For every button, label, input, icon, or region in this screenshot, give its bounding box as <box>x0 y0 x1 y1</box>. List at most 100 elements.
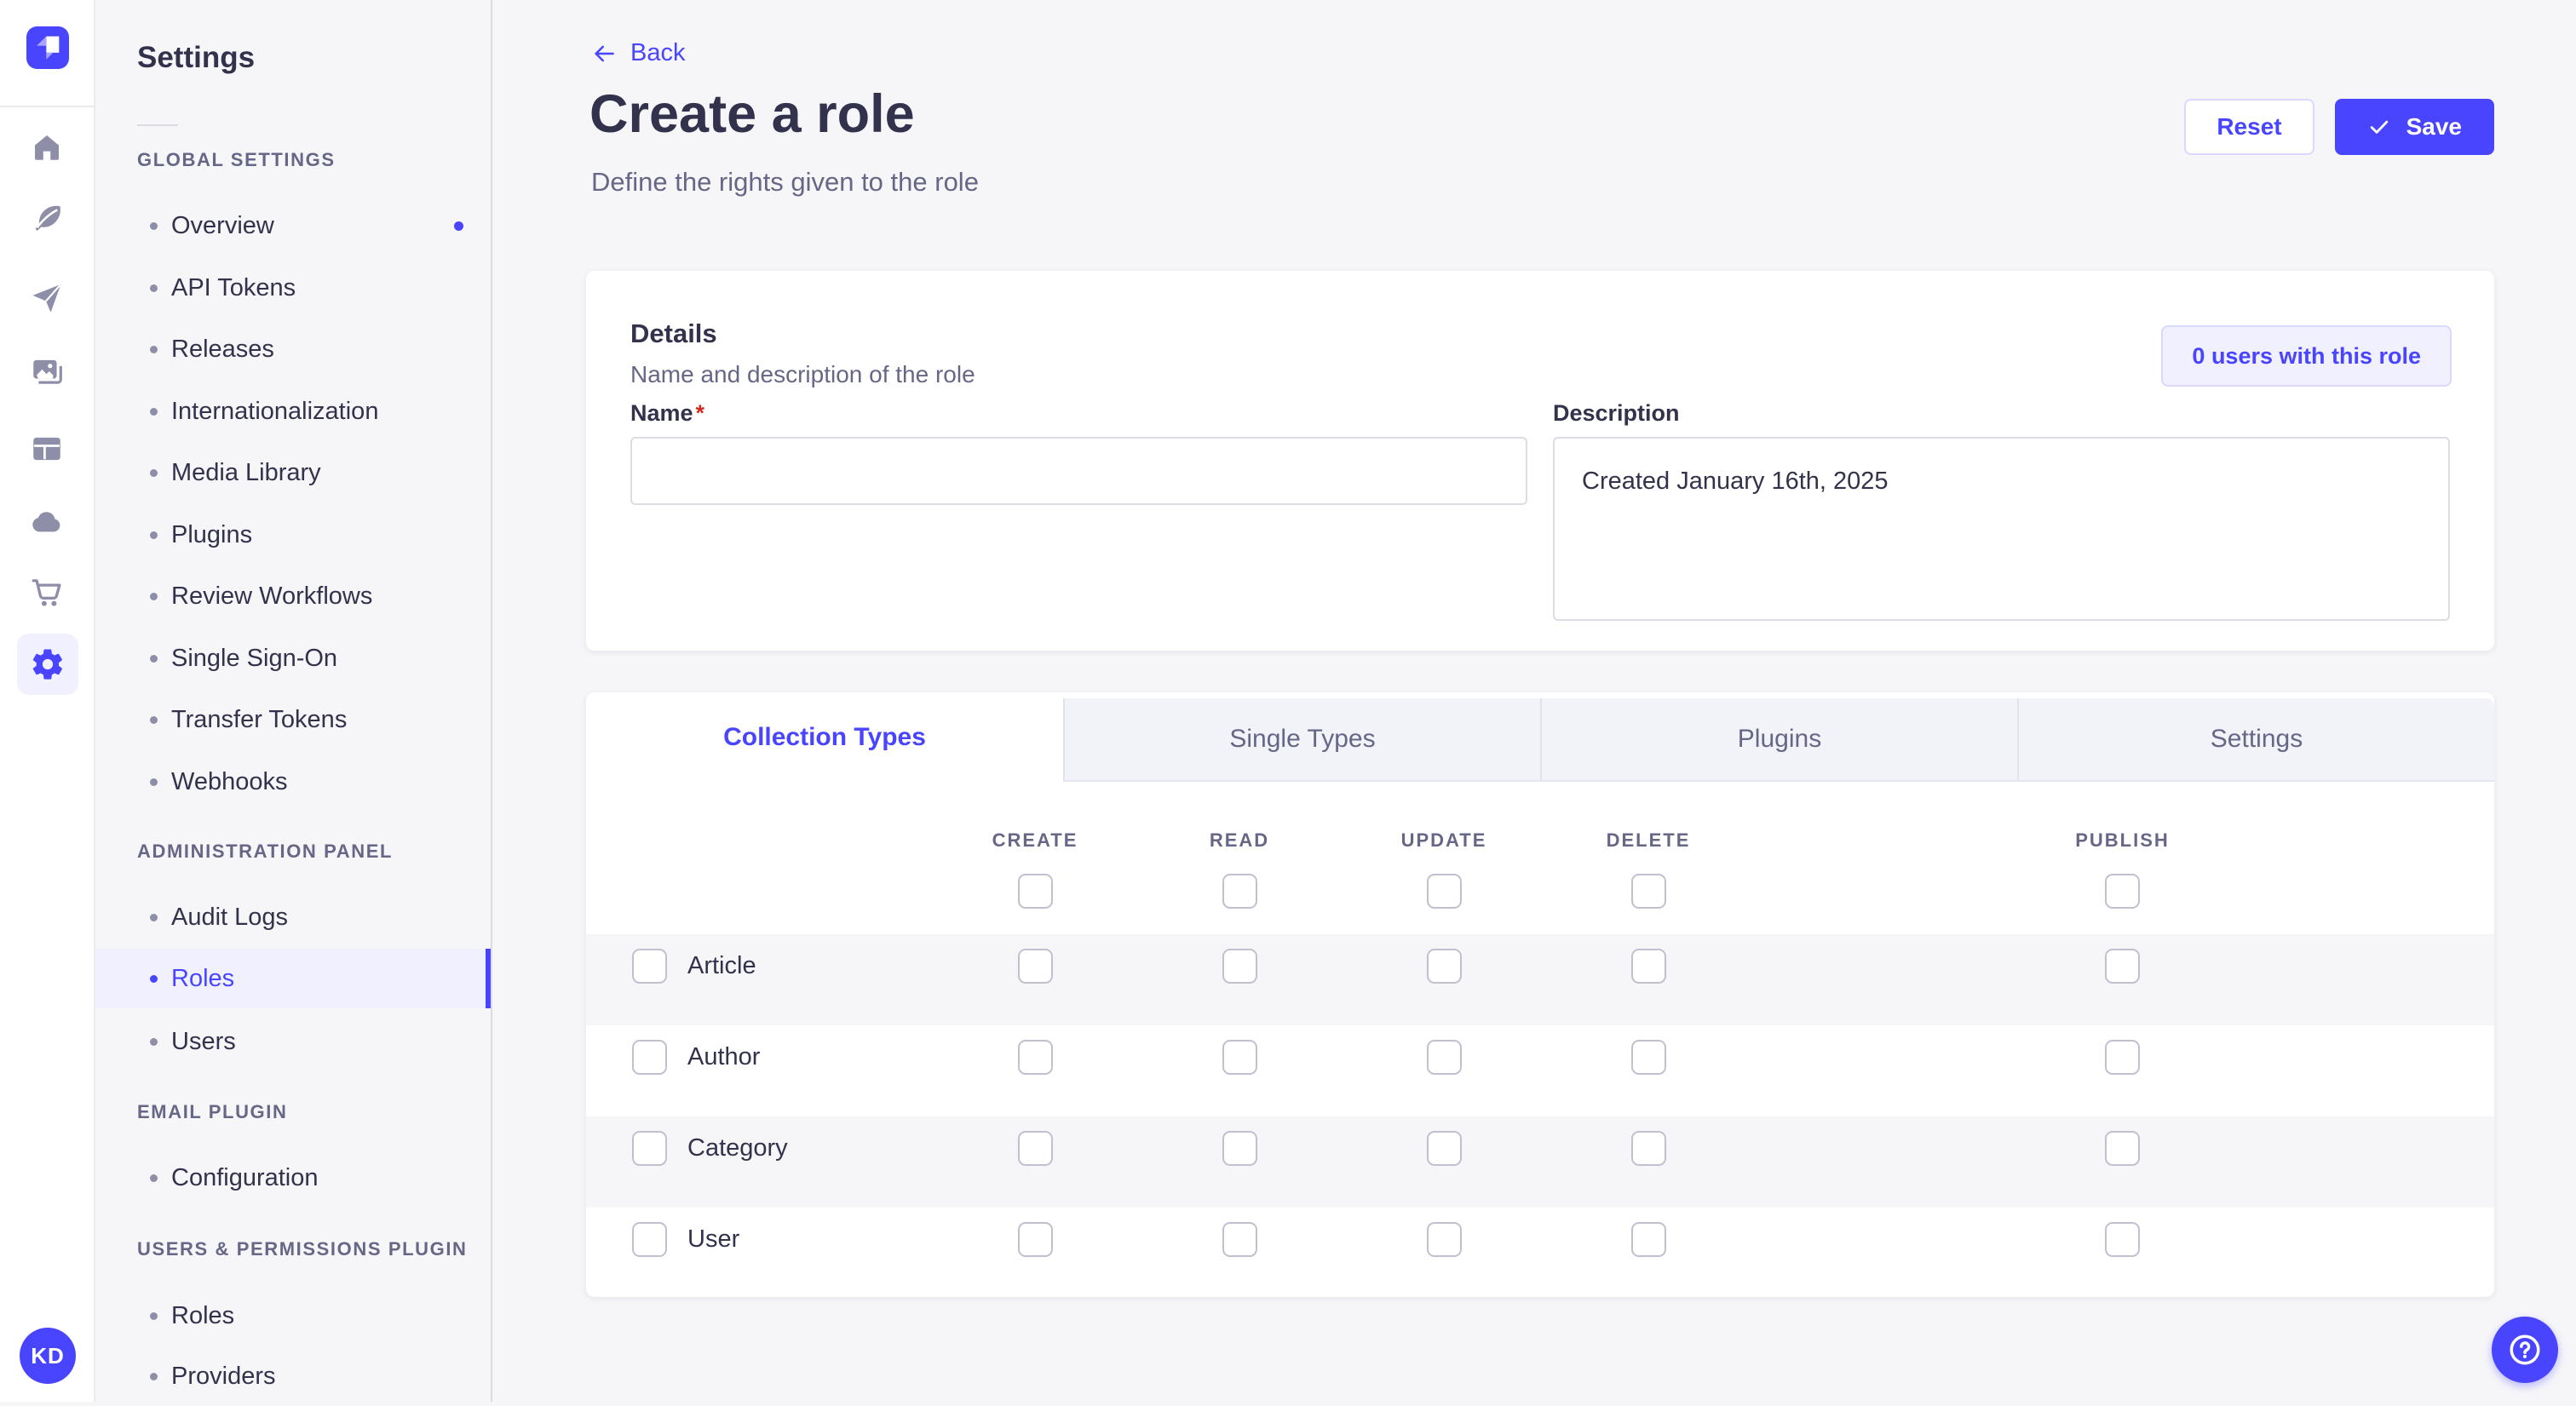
sidebar-item-transfer-tokens[interactable]: Transfer Tokens <box>95 690 491 749</box>
bullet-icon <box>150 1373 158 1380</box>
sidebar-item-roles-admin[interactable]: Roles <box>95 949 491 1008</box>
checkbox-category-publish[interactable] <box>2105 1131 2140 1166</box>
checkbox-article-update[interactable] <box>1427 949 1462 984</box>
marketplace-cart-icon[interactable] <box>0 573 94 611</box>
sidebar-item-internationalization[interactable]: Internationalization <box>95 382 491 441</box>
bullet-icon <box>150 284 158 292</box>
reset-button[interactable]: Reset <box>2184 99 2314 155</box>
column-publish: PUBLISH <box>1751 829 2494 852</box>
permissions-table-header: CREATE READ UPDATE DELETE PUBLISH <box>586 782 2494 934</box>
checkbox-select-all-publish[interactable] <box>2105 874 2140 909</box>
checkbox-select-all-delete[interactable] <box>1631 874 1666 909</box>
name-input[interactable] <box>630 437 1527 505</box>
details-heading: Details <box>630 319 717 349</box>
checkbox-author-update[interactable] <box>1427 1040 1462 1075</box>
checkbox-author-delete[interactable] <box>1631 1040 1666 1075</box>
sidebar-item-media-library[interactable]: Media Library <box>95 443 491 502</box>
settings-gear-icon[interactable] <box>17 634 78 695</box>
checkbox-article-all[interactable] <box>632 949 667 984</box>
tab-settings[interactable]: Settings <box>2017 698 2494 782</box>
bullet-icon <box>150 1038 158 1046</box>
sidebar-title-divider <box>137 124 178 126</box>
name-field-group: Name* <box>630 400 1527 625</box>
tab-single-types[interactable]: Single Types <box>1063 698 1540 782</box>
home-icon[interactable] <box>0 128 94 165</box>
checkbox-user-publish[interactable] <box>2105 1222 2140 1257</box>
help-button[interactable] <box>2492 1317 2558 1383</box>
checkbox-user-delete[interactable] <box>1631 1222 1666 1257</box>
page-title: Create a role <box>589 83 915 145</box>
sidebar-item-single-sign-on[interactable]: Single Sign-On <box>95 628 491 688</box>
sidebar-item-api-tokens[interactable]: API Tokens <box>95 258 491 318</box>
layout-panel-icon[interactable] <box>0 430 94 468</box>
checkbox-article-publish[interactable] <box>2105 949 2140 984</box>
checkbox-select-all-update[interactable] <box>1427 874 1462 909</box>
back-arrow-icon <box>591 41 617 66</box>
checkbox-category-read[interactable] <box>1222 1131 1257 1166</box>
description-textarea[interactable]: Created January 16th, 2025 <box>1553 437 2450 621</box>
save-button[interactable]: Save <box>2335 99 2494 155</box>
settings-sidebar: Settings GLOBAL SETTINGS Overview API To… <box>95 0 492 1402</box>
sidebar-item-plugins[interactable]: Plugins <box>95 505 491 565</box>
question-mark-icon <box>2506 1331 2544 1369</box>
checkbox-select-all-read[interactable] <box>1222 874 1257 909</box>
checkbox-user-create[interactable] <box>1018 1222 1053 1257</box>
user-avatar[interactable]: KD <box>20 1328 76 1384</box>
notification-dot-icon <box>454 221 463 231</box>
section-global-settings: GLOBAL SETTINGS <box>137 146 336 174</box>
row-label: User <box>687 1225 739 1254</box>
checkbox-category-create[interactable] <box>1018 1131 1053 1166</box>
users-with-role-button[interactable]: 0 users with this role <box>2161 325 2452 387</box>
checkbox-user-update[interactable] <box>1427 1222 1462 1257</box>
sidebar-item-webhooks[interactable]: Webhooks <box>95 752 491 812</box>
checkbox-user-all[interactable] <box>632 1222 667 1257</box>
sidebar-item-users[interactable]: Users <box>95 1012 491 1071</box>
strapi-logo[interactable] <box>26 26 69 69</box>
bullet-icon <box>150 408 158 416</box>
cloud-icon[interactable] <box>0 503 94 541</box>
checkbox-category-update[interactable] <box>1427 1131 1462 1166</box>
checkbox-select-all-create[interactable] <box>1018 874 1053 909</box>
checkbox-category-all[interactable] <box>632 1131 667 1166</box>
check-icon <box>2367 115 2391 139</box>
sidebar-item-overview[interactable]: Overview <box>95 196 491 255</box>
select-all-row <box>586 874 2494 909</box>
table-row-category: Category <box>586 1116 2494 1208</box>
bullet-icon <box>150 469 158 477</box>
sidebar-item-configuration[interactable]: Configuration <box>95 1148 491 1208</box>
table-row-author: Author <box>586 1025 2494 1116</box>
header-actions: Reset Save <box>2184 99 2494 155</box>
tab-plugins[interactable]: Plugins <box>1540 698 2017 782</box>
column-headers: CREATE READ UPDATE DELETE PUBLISH <box>586 829 2494 852</box>
table-row-user: User <box>586 1208 2494 1299</box>
tab-collection-types[interactable]: Collection Types <box>586 692 1063 782</box>
media-library-images-icon[interactable] <box>0 353 94 390</box>
row-label: Article <box>687 952 756 980</box>
table-row-article: Article <box>586 934 2494 1025</box>
page-subtitle: Define the rights given to the role <box>591 167 979 198</box>
bullet-icon <box>150 975 158 983</box>
content-manager-feather-icon[interactable] <box>0 199 94 237</box>
checkbox-category-delete[interactable] <box>1631 1131 1666 1166</box>
workspace-rail: KD <box>0 0 95 1402</box>
bullet-icon <box>150 778 158 786</box>
column-update: UPDATE <box>1342 829 1546 852</box>
sidebar-item-review-workflows[interactable]: Review Workflows <box>95 566 491 626</box>
checkbox-author-read[interactable] <box>1222 1040 1257 1075</box>
checkbox-article-read[interactable] <box>1222 949 1257 984</box>
permissions-card: Collection Types Single Types Plugins Se… <box>586 692 2494 1297</box>
checkbox-author-all[interactable] <box>632 1040 667 1075</box>
required-asterisk: * <box>696 400 705 426</box>
checkbox-author-create[interactable] <box>1018 1040 1053 1075</box>
sidebar-item-audit-logs[interactable]: Audit Logs <box>95 887 491 947</box>
name-label: Name* <box>630 400 1527 427</box>
send-plane-icon[interactable] <box>0 279 94 317</box>
checkbox-article-create[interactable] <box>1018 949 1053 984</box>
back-link[interactable]: Back <box>591 39 685 67</box>
checkbox-article-delete[interactable] <box>1631 949 1666 984</box>
sidebar-item-roles-up[interactable]: Roles <box>95 1286 491 1346</box>
checkbox-user-read[interactable] <box>1222 1222 1257 1257</box>
sidebar-item-releases[interactable]: Releases <box>95 319 491 379</box>
sidebar-item-providers[interactable]: Providers <box>95 1346 491 1406</box>
checkbox-author-publish[interactable] <box>2105 1040 2140 1075</box>
